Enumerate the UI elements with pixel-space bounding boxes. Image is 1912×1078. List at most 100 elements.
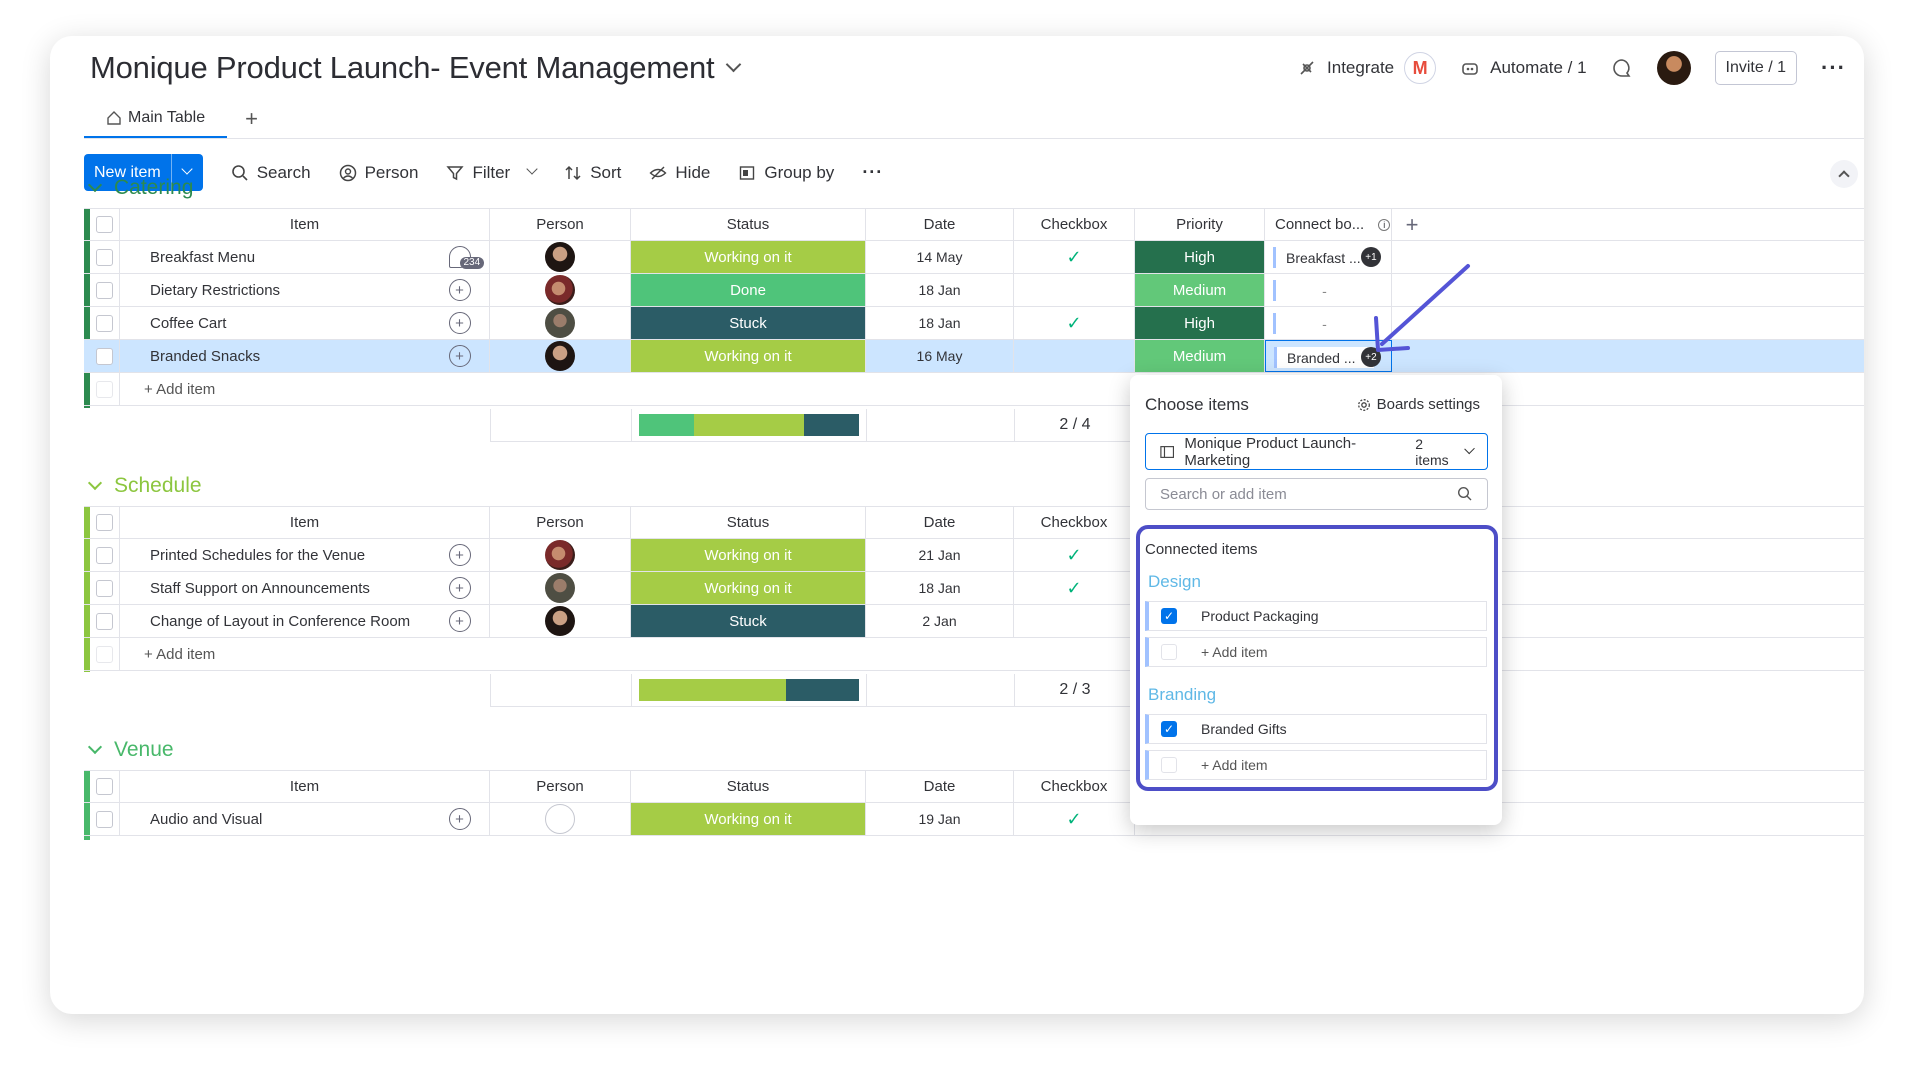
column-header-item[interactable]: Item	[120, 507, 490, 538]
search-button[interactable]: Search	[231, 163, 311, 183]
connect-empty[interactable]: -	[1273, 280, 1373, 301]
table-row[interactable]: Staff Support on Announcements + Working…	[84, 572, 1864, 605]
date-cell[interactable]: 18 Jan	[866, 572, 1014, 604]
column-header-item[interactable]: Item	[120, 209, 490, 240]
checkbox-cell[interactable]	[1014, 274, 1135, 306]
table-row[interactable]: Branded Snacks + Working on it 16 May Me…	[84, 340, 1864, 373]
checked-checkbox-icon[interactable]: ✓	[1161, 608, 1177, 624]
add-update-icon[interactable]: +	[448, 577, 471, 599]
collapse-header-button[interactable]	[1830, 160, 1858, 188]
integrate-button[interactable]: Integrate M	[1297, 52, 1437, 84]
add-item-row[interactable]: + Add item	[1145, 637, 1487, 667]
checkbox-cell[interactable]	[1014, 605, 1135, 637]
avatar[interactable]	[545, 540, 575, 570]
item-name[interactable]: Breakfast Menu	[120, 241, 430, 273]
board-selector[interactable]: Monique Product Launch- Marketing 2 item…	[1145, 433, 1488, 470]
column-header-checkbox[interactable]: Checkbox	[1014, 771, 1135, 802]
date-cell[interactable]: 18 Jan	[866, 274, 1014, 306]
column-header-checkbox[interactable]: Checkbox	[1014, 209, 1135, 240]
group-by-button[interactable]: Group by	[738, 163, 834, 183]
item-name[interactable]: Audio and Visual	[120, 803, 430, 835]
chevron-down-icon[interactable]	[87, 177, 103, 193]
date-cell[interactable]: 2 Jan	[866, 605, 1014, 637]
conversation-cell[interactable]: 234	[430, 241, 490, 273]
invite-button[interactable]: Invite / 1	[1714, 51, 1798, 85]
automate-button[interactable]: Automate / 1	[1460, 58, 1587, 78]
avatar[interactable]	[545, 573, 575, 603]
add-update-icon[interactable]: +	[448, 610, 471, 632]
avatar[interactable]	[545, 341, 575, 371]
column-header-date[interactable]: Date	[866, 209, 1014, 240]
row-checkbox[interactable]	[96, 347, 113, 365]
chevron-down-icon[interactable]	[1463, 443, 1475, 455]
connected-item-pill[interactable]: Branded ...	[1274, 347, 1374, 368]
priority-cell[interactable]: High	[1135, 241, 1265, 273]
avatar[interactable]	[545, 242, 575, 272]
chat-icon[interactable]	[1611, 57, 1633, 79]
table-row[interactable]: Audio and Visual + Working on it 19 Jan …	[84, 803, 1864, 836]
status-cell[interactable]: Working on it	[631, 241, 866, 273]
sort-button[interactable]: Sort	[564, 163, 621, 183]
status-summary[interactable]	[632, 409, 867, 441]
add-item-row[interactable]: + Add item	[1145, 750, 1487, 780]
add-item-row[interactable]: + Add item	[84, 638, 1864, 671]
checkbox-cell[interactable]: ✓	[1014, 307, 1135, 339]
row-checkbox[interactable]	[96, 612, 113, 630]
add-view-button[interactable]: +	[245, 106, 258, 132]
boards-settings-button[interactable]: Boards settings	[1357, 396, 1480, 413]
item-name[interactable]: Branded Snacks	[120, 340, 430, 372]
table-row[interactable]: Breakfast Menu 234 Working on it 14 May …	[84, 241, 1864, 274]
add-update-icon[interactable]: +	[448, 808, 471, 830]
status-cell[interactable]: Working on it	[631, 572, 866, 604]
group-title-catering[interactable]: Catering	[87, 176, 193, 200]
table-row[interactable]: Change of Layout in Conference Room + St…	[84, 605, 1864, 638]
item-name[interactable]: Coffee Cart	[120, 307, 430, 339]
item-name[interactable]: Staff Support on Announcements	[120, 572, 430, 604]
more-options-icon[interactable]: ···	[1821, 55, 1846, 81]
filter-button[interactable]: Filter	[446, 163, 538, 183]
checkbox-cell[interactable]	[1014, 340, 1135, 372]
column-header-date[interactable]: Date	[866, 771, 1014, 802]
item-name[interactable]: Change of Layout in Conference Room	[120, 605, 430, 637]
date-cell[interactable]: 21 Jan	[866, 539, 1014, 571]
row-checkbox[interactable]	[96, 314, 113, 332]
row-checkbox[interactable]	[96, 810, 113, 828]
priority-cell[interactable]: Medium	[1135, 274, 1265, 306]
column-header-person[interactable]: Person	[490, 507, 631, 538]
select-all-checkbox[interactable]	[96, 216, 113, 233]
status-cell[interactable]: Done	[631, 274, 866, 306]
column-header-status[interactable]: Status	[631, 209, 866, 240]
conversation-cell[interactable]: +	[430, 307, 490, 339]
table-row[interactable]: Coffee Cart + Stuck 18 Jan ✓ High -	[84, 307, 1864, 340]
add-item-input[interactable]: + Add item	[120, 638, 1180, 670]
column-header-checkbox[interactable]: Checkbox	[1014, 507, 1135, 538]
chevron-down-icon[interactable]	[87, 475, 103, 491]
search-or-add-input[interactable]: Search or add item	[1145, 478, 1488, 510]
select-all-checkbox[interactable]	[96, 778, 113, 795]
row-checkbox[interactable]	[96, 281, 113, 299]
checkbox-cell[interactable]: ✓	[1014, 572, 1135, 604]
connected-item-pill[interactable]: Breakfast ...	[1273, 247, 1373, 268]
date-cell[interactable]: 19 Jan	[866, 803, 1014, 835]
status-cell[interactable]: Stuck	[631, 307, 866, 339]
add-update-icon[interactable]: +	[448, 312, 471, 334]
column-header-status[interactable]: Status	[631, 771, 866, 802]
status-cell[interactable]: Working on it	[631, 340, 866, 372]
priority-cell[interactable]: Medium	[1135, 340, 1265, 372]
select-all-cell[interactable]	[90, 209, 120, 240]
column-header-item[interactable]: Item	[120, 771, 490, 802]
group-title-schedule[interactable]: Schedule	[87, 474, 202, 498]
add-item-row[interactable]: + Add item	[84, 373, 1864, 406]
row-checkbox[interactable]	[96, 248, 113, 266]
avatar[interactable]	[545, 606, 575, 636]
connected-item-row[interactable]: ✓ Product Packaging	[1145, 601, 1487, 631]
avatar[interactable]	[545, 275, 575, 305]
info-icon[interactable]: i	[1378, 218, 1391, 231]
board-title[interactable]: Monique Product Launch- Event Management	[90, 50, 742, 86]
conversation-icon[interactable]: 234	[448, 246, 485, 269]
status-cell[interactable]: Stuck	[631, 605, 866, 637]
table-row[interactable]: Dietary Restrictions + Done 18 Jan Mediu…	[84, 274, 1864, 307]
checkbox-cell[interactable]: ✓	[1014, 539, 1135, 571]
add-update-icon[interactable]: +	[448, 544, 471, 566]
column-header-status[interactable]: Status	[631, 507, 866, 538]
